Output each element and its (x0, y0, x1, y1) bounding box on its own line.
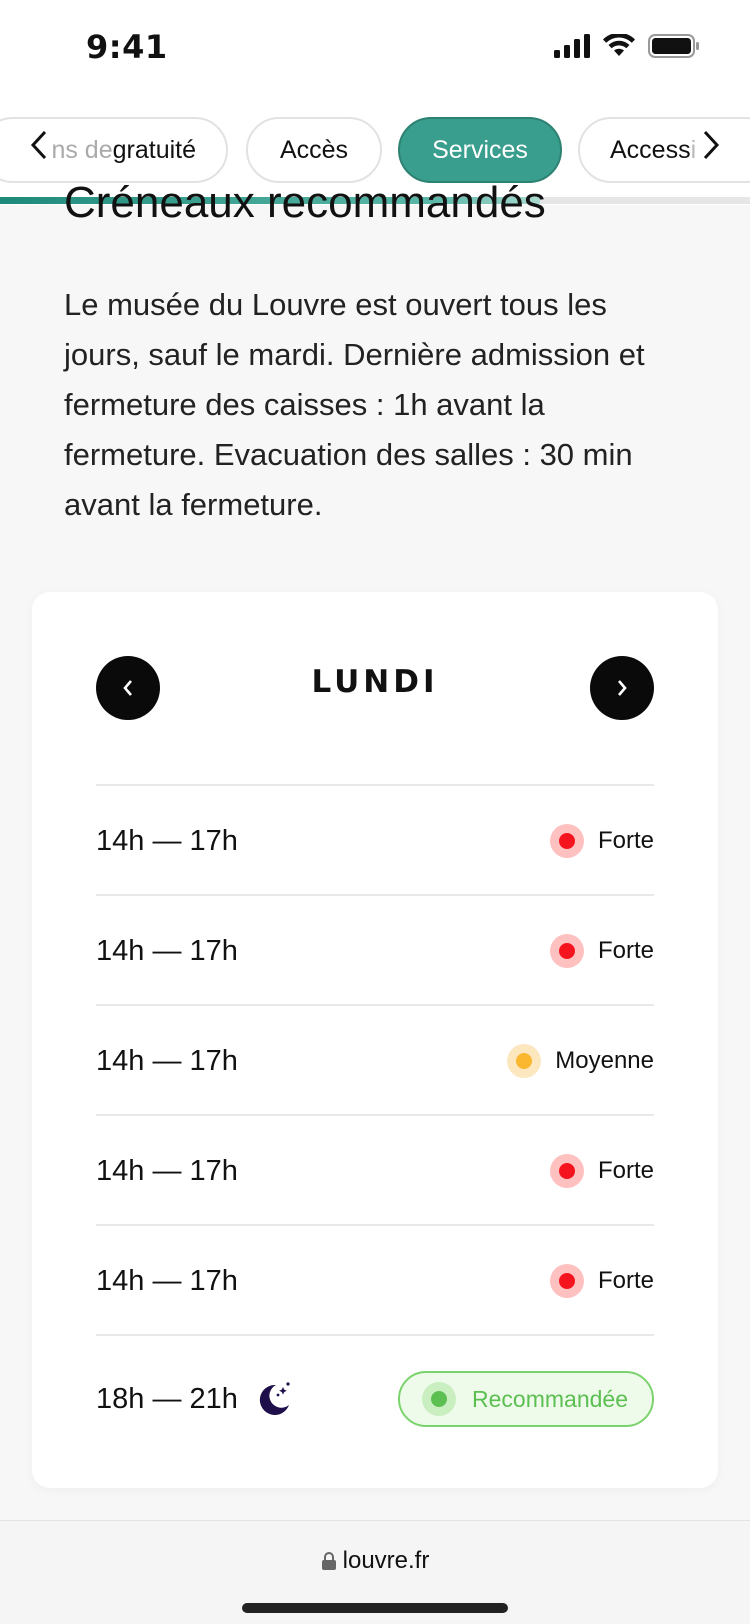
chevron-right-icon (618, 680, 627, 696)
slot-time-label: 14h — 17h (96, 824, 238, 857)
crowd-level-dot (549, 1154, 584, 1188)
slot-status-label: Forte (597, 1157, 654, 1184)
slot-status-label: Moyenne (555, 1047, 654, 1074)
tabs-track: ns de gratuité Accès Services Access i (0, 111, 750, 183)
address-bar[interactable]: louvre.fr (0, 1547, 750, 1575)
slot-time-label: 14h — 17h (96, 1154, 238, 1187)
time-slot-row: 14h — 17h Moyenne (96, 1004, 654, 1114)
slot-status-label: Forte (597, 1267, 654, 1294)
crowd-level-dot (549, 934, 584, 968)
tab-label-faded: ns de (51, 135, 113, 164)
time-slot-row: 14h — 17h Forte (96, 1114, 654, 1224)
slot-time-label: 14h — 17h (96, 1044, 238, 1077)
intro-text: Le musée du Louvre est ouvert tous les j… (64, 287, 645, 522)
slot-status-label: Forte (597, 827, 654, 854)
chevron-left-icon (30, 130, 47, 160)
moon-stars-icon (259, 1382, 290, 1415)
tabs-scroll-left-button[interactable] (24, 125, 54, 165)
slot-time: 18h — 21h (96, 1336, 292, 1462)
lock-icon (321, 1552, 336, 1570)
battery-icon (648, 34, 699, 58)
schedule-card: LUNDI 14h — 17h Forte 14h — 17h Forte 14… (32, 592, 718, 1488)
tabs-scroll-right-button[interactable] (696, 125, 726, 165)
tab-label: Accès (279, 135, 349, 164)
slot-time: 14h — 17h (96, 896, 238, 1006)
slot-time-label: 18h — 21h (96, 1382, 238, 1415)
crowd-level-dot (422, 1382, 457, 1416)
slot-time: 14h — 17h (96, 1116, 238, 1226)
slot-status-label: Forte (597, 937, 654, 964)
status-bar: 9:41 (0, 0, 750, 105)
slot-time-label: 14h — 17h (96, 934, 238, 967)
slot-time: 14h — 17h (96, 1226, 238, 1336)
slot-status-label: Recommandée (472, 1385, 628, 1412)
tab-services[interactable]: Services (398, 117, 562, 183)
crowd-level-dot (549, 824, 584, 858)
status-time: 9:41 (86, 28, 168, 66)
signal-icon (554, 34, 590, 58)
slot-status: Forte (549, 1116, 654, 1226)
slot-status: Recommandée (398, 1336, 654, 1462)
time-slot-row: 14h — 17h Forte (96, 784, 654, 894)
slot-status: Moyenne (507, 1006, 654, 1116)
recommended-badge: Recommandée (398, 1371, 654, 1427)
crowd-level-dot (507, 1044, 542, 1078)
slot-status: Forte (549, 896, 654, 1006)
next-day-button[interactable] (590, 656, 654, 720)
time-slot-row: 14h — 17h Forte (96, 894, 654, 1004)
wifi-icon (603, 34, 635, 56)
url-text: louvre.fr (342, 1547, 430, 1574)
slot-status: Forte (549, 786, 654, 896)
tab-label: Services (432, 135, 528, 164)
time-slot-row-recommended: 18h — 21h Recommandée (96, 1334, 654, 1460)
chevron-right-icon (703, 130, 720, 160)
home-indicator[interactable] (242, 1603, 508, 1613)
section-title: Créneaux recommandés (64, 178, 546, 227)
time-slot-row: 14h — 17h Forte (96, 1224, 654, 1334)
tab-acces[interactable]: Accès (246, 117, 382, 183)
tab-label: Access (610, 135, 691, 164)
status-icons (554, 34, 700, 58)
slot-time: 14h — 17h (96, 786, 238, 896)
slot-status: Forte (549, 1226, 654, 1336)
slot-time-label: 14h — 17h (96, 1264, 238, 1297)
browser-bottom-bar: louvre.fr (0, 1520, 750, 1624)
slot-time: 14h — 17h (96, 1006, 238, 1116)
tab-label: gratuité (112, 135, 196, 164)
crowd-level-dot (549, 1264, 584, 1298)
